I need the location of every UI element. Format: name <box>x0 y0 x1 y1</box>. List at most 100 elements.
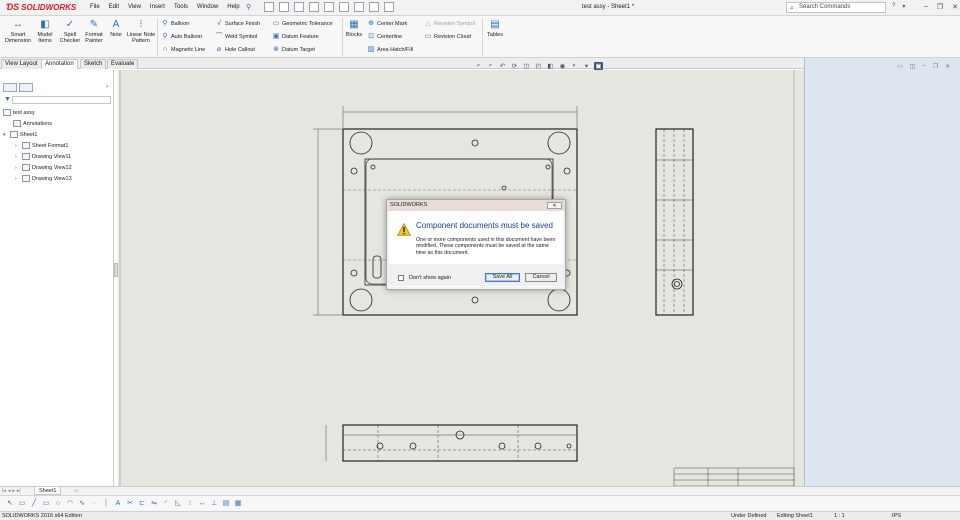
file-properties-icon[interactable] <box>369 2 379 12</box>
pane-close-icon[interactable]: ✕ <box>945 63 950 70</box>
arc-icon[interactable]: ◠ <box>65 498 75 509</box>
close-icon[interactable]: ✕ <box>952 3 958 11</box>
circle-icon[interactable]: ○ <box>53 498 63 509</box>
expand-icon[interactable]: › <box>15 176 20 182</box>
text-icon[interactable]: A <box>113 498 123 509</box>
datum-target-button[interactable]: ⊗ Datum Target <box>272 46 315 54</box>
chevron-right-icon[interactable]: › <box>106 84 108 90</box>
format-painter-button[interactable]: ✎ Format Painter <box>82 19 106 44</box>
menu-tools[interactable]: Tools <box>174 4 188 10</box>
geometric-tolerance-button[interactable]: ▭ Geometric Tolerance <box>272 20 333 28</box>
dialog-close-button[interactable]: ✕ <box>547 202 562 209</box>
tab-evaluate[interactable]: Evaluate <box>107 59 139 69</box>
pane-split-icon[interactable]: ◫ <box>910 63 916 70</box>
scale-status[interactable]: 1 : 1 <box>834 512 845 520</box>
save-icon[interactable] <box>294 2 304 12</box>
menu-edit[interactable]: Edit <box>109 4 119 10</box>
rotate-icon[interactable]: ⟳ <box>510 62 519 70</box>
previous-view-icon[interactable]: ↶ <box>498 62 507 70</box>
trim-icon[interactable]: ✂ <box>125 498 135 509</box>
layer-icon[interactable]: ▤ <box>221 498 231 509</box>
apply-scene-icon[interactable]: ▾ <box>582 62 591 70</box>
prev-sheet-icon[interactable]: ◂ <box>8 488 11 494</box>
new-document-icon[interactable] <box>264 2 274 12</box>
cancel-button[interactable]: Cancel <box>525 273 557 282</box>
expand-icon[interactable]: › <box>15 154 20 160</box>
area-hatch-fill-button[interactable]: ▨ Area Hatch/Fill <box>367 46 413 54</box>
zoom-area-icon[interactable]: ⌕ <box>486 62 495 70</box>
property-manager-tab-icon[interactable] <box>19 83 33 92</box>
print-icon[interactable] <box>309 2 319 12</box>
help-icon[interactable]: ? <box>892 3 895 10</box>
magnetic-line-button[interactable]: ∩ Magnetic Line <box>161 46 205 54</box>
save-all-button[interactable]: Save All <box>485 273 520 282</box>
dont-show-again-checkbox[interactable] <box>398 275 404 281</box>
balloon-button[interactable]: ⚲ Balloon <box>161 20 189 28</box>
dont-show-again-label[interactable]: Don't show again <box>409 275 451 281</box>
options-icon[interactable] <box>384 2 394 12</box>
add-sheet-icon[interactable]: ▭ <box>74 488 79 494</box>
expand-icon[interactable]: › <box>15 143 20 149</box>
centerline-button[interactable]: ⊡ Centerline <box>367 33 402 41</box>
block-icon[interactable]: ▦ <box>233 498 243 509</box>
menu-view[interactable]: View <box>128 4 141 10</box>
last-sheet-icon[interactable]: ▸| <box>17 488 21 494</box>
linear-note-pattern-button[interactable]: ⁝ Linear Note Pattern <box>124 19 158 44</box>
open-icon[interactable] <box>279 2 289 12</box>
menu-help[interactable]: Help <box>227 4 239 10</box>
collapse-icon[interactable]: ▾ <box>3 132 8 138</box>
tab-sketch[interactable]: Sketch <box>80 59 107 69</box>
tree-item-drawing-view12[interactable]: › Drawing View12 <box>15 164 72 171</box>
select-tool-icon[interactable]: ▭ <box>17 498 27 509</box>
units-status[interactable]: IPS <box>892 512 901 520</box>
tree-item-annotations[interactable]: Annotations <box>13 120 52 127</box>
tree-root[interactable]: test assy <box>3 109 35 116</box>
centerline-tool-icon[interactable]: ┆ <box>101 498 111 509</box>
relation-icon[interactable]: ⊥ <box>209 498 219 509</box>
blocks-button[interactable]: ▦ Blocks <box>344 19 364 38</box>
view-orientation-icon[interactable]: ◰ <box>534 62 543 70</box>
menu-window[interactable]: Window <box>197 4 218 10</box>
auto-balloon-button[interactable]: ⚲ Auto Balloon <box>161 33 202 41</box>
pane-tile-icon[interactable]: ▭ <box>897 63 903 70</box>
mirror-icon[interactable]: ⇋ <box>149 498 159 509</box>
revision-cloud-button[interactable]: ▭ Revision Cloud <box>424 33 471 41</box>
tab-annotation[interactable]: Annotation <box>41 59 78 69</box>
user-icon[interactable]: ▾ <box>902 3 905 10</box>
section-view-icon[interactable]: ◫ <box>522 62 531 70</box>
filter-icon[interactable]: ▼ <box>4 96 11 103</box>
tables-button[interactable]: ▤ Tables <box>485 19 505 38</box>
tree-item-sheet-format1[interactable]: › Sheet Format1 <box>15 142 68 149</box>
tree-item-sheet1[interactable]: ▾ Sheet1 <box>3 131 37 138</box>
first-sheet-icon[interactable]: |◂ <box>2 488 6 494</box>
tab-view-layout[interactable]: View Layout <box>1 59 42 69</box>
offset-icon[interactable]: ⊏ <box>137 498 147 509</box>
select-icon[interactable] <box>339 2 349 12</box>
view-settings-icon[interactable]: ▣ <box>594 62 603 70</box>
pane-restore-icon[interactable]: ❐ <box>933 63 938 70</box>
chamfer-icon[interactable]: ◺ <box>173 498 183 509</box>
zoom-to-fit-icon[interactable]: ⌕ <box>474 62 483 70</box>
rectangle-icon[interactable]: ▭ <box>41 498 51 509</box>
note-button[interactable]: A Note <box>108 19 124 38</box>
pointer-icon[interactable]: ↖ <box>5 498 15 509</box>
hole-callout-button[interactable]: ⌀ Hole Callout <box>215 46 255 54</box>
point-icon[interactable]: · <box>89 498 99 509</box>
center-mark-button[interactable]: ⊕ Center Mark <box>367 20 407 28</box>
restore-icon[interactable]: ❐ <box>937 3 943 11</box>
menu-insert[interactable]: Insert <box>150 4 165 10</box>
hide-show-items-icon[interactable]: ◉ <box>558 62 567 70</box>
line-icon[interactable]: ╱ <box>29 498 39 509</box>
tree-item-drawing-view11[interactable]: › Drawing View11 <box>15 153 71 160</box>
pin-icon[interactable]: ⚲ <box>246 3 251 11</box>
undo-icon[interactable] <box>324 2 334 12</box>
spline-icon[interactable]: ∿ <box>77 498 87 509</box>
next-sheet-icon[interactable]: ▸ <box>12 488 15 494</box>
smart-dimension-button[interactable]: ↔ Smart Dimension <box>3 19 33 44</box>
solidworks-logo[interactable]: ƊS SOLIDWORKS <box>6 2 76 12</box>
filter-input[interactable] <box>12 96 111 104</box>
expand-icon[interactable]: › <box>15 165 20 171</box>
fillet-icon[interactable]: ◜ <box>161 498 171 509</box>
sheet-tab-sheet1[interactable]: Sheet1 <box>34 487 62 495</box>
model-items-button[interactable]: ◧ Model Items <box>34 19 56 44</box>
